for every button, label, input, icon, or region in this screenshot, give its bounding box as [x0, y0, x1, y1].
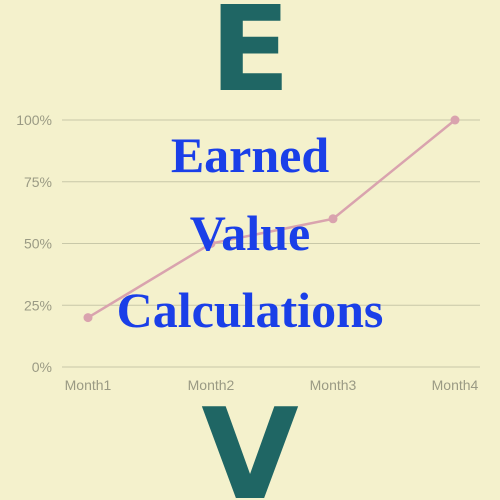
title-line-earned: Earned [170, 127, 330, 183]
title-line-value: Value [189, 205, 311, 261]
y-tick-label: 100% [16, 112, 52, 128]
x-tick-label: Month4 [432, 377, 479, 393]
x-tick-label: Month3 [310, 377, 357, 393]
x-tick-label: Month1 [65, 377, 112, 393]
bottom-letter: V [201, 381, 299, 500]
y-tick-label: 0% [32, 359, 52, 375]
data-point [450, 115, 460, 125]
graphic-canvas: E 0% 25% 50% 75% 100% Month1 Month2 Month3 Mont… [0, 0, 500, 500]
title-line-calculations: Calculations [116, 282, 384, 338]
